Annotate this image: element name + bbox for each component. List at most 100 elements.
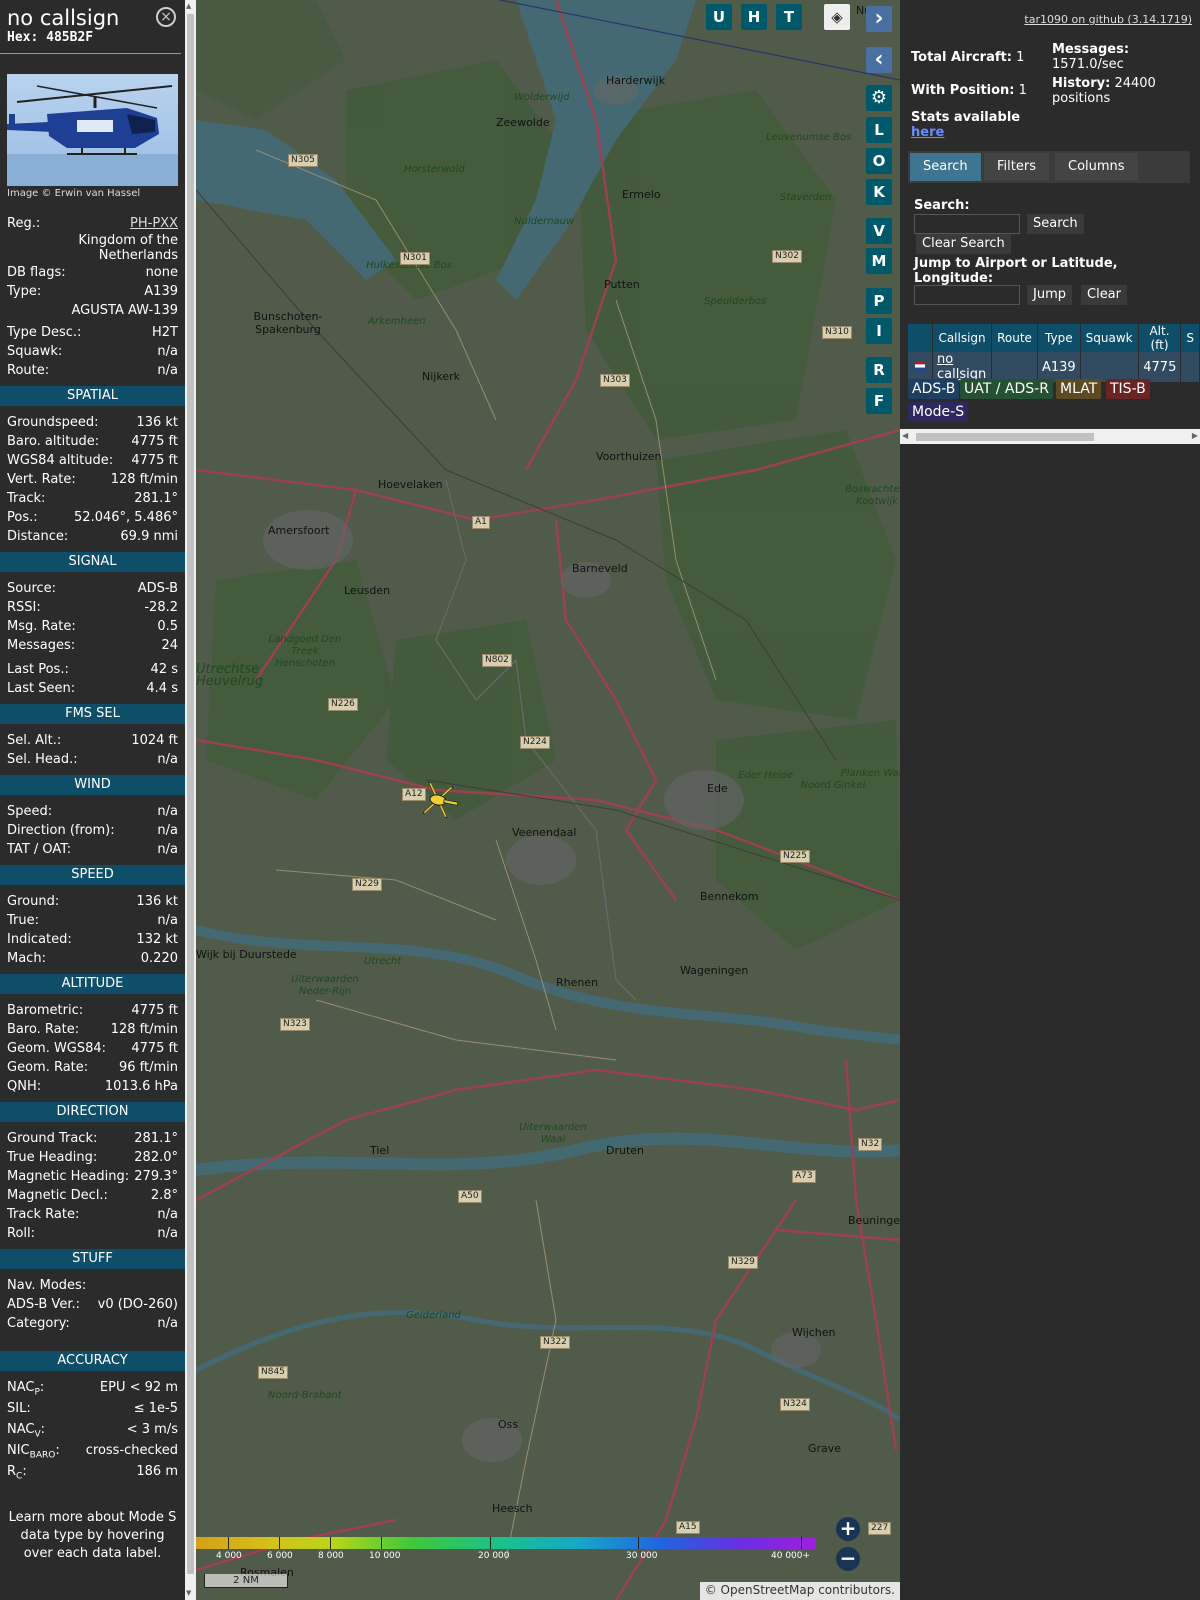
list-horizontal-scrollbar[interactable]: ◀ ▶	[900, 429, 1200, 444]
zoom-out-button[interactable]: −	[836, 1547, 860, 1571]
detail-row: NACP: EPU < 92 m	[0, 1378, 185, 1399]
detail-value: 96 ft/min	[118, 1060, 178, 1075]
typedesc-row: Type Desc.: H2T	[0, 323, 185, 342]
close-icon[interactable]: ×	[156, 7, 176, 27]
list-scrollbar-thumb[interactable]	[916, 433, 1094, 441]
detail-row: QNH: 1013.6 hPa	[0, 1077, 185, 1096]
section-altitude: ALTITUDE	[0, 974, 185, 994]
stats-link[interactable]: here	[911, 125, 944, 140]
detail-row: TAT / OAT: n/a	[0, 840, 185, 859]
column-callsign[interactable]: Callsign	[932, 324, 993, 352]
detail-value: 2.8°	[150, 1188, 178, 1203]
detail-row: Baro. altitude: 4775 ft	[0, 432, 185, 451]
legend-tick	[228, 1537, 229, 1549]
map-button-t[interactable]: T	[776, 4, 802, 30]
legend-label: 40 000+	[771, 1551, 811, 1561]
type-name-row: AGUSTA AW-139	[0, 301, 185, 320]
row-s	[1180, 352, 1200, 382]
detail-value: 132 kt	[136, 932, 178, 947]
layers-icon[interactable]: ◈	[824, 4, 850, 30]
detail-label: Direction (from):	[7, 823, 115, 838]
scroll-left-icon[interactable]: ◀	[902, 431, 908, 440]
netherlands-flag-icon	[915, 360, 925, 371]
map-button-o[interactable]: O	[866, 148, 892, 174]
map-button-m[interactable]: M	[866, 248, 892, 274]
jump-button[interactable]: Jump	[1027, 285, 1072, 305]
clear-jump-button[interactable]: Clear	[1081, 285, 1127, 305]
search-button[interactable]: Search	[1027, 214, 1084, 234]
row-callsign[interactable]: no callsign	[932, 352, 993, 382]
map-town-label: Barneveld	[572, 562, 628, 575]
map-button-h[interactable]: H	[741, 4, 767, 30]
road-shield: N302	[772, 250, 802, 263]
typedesc-value: H2T	[152, 325, 178, 340]
map-button-l[interactable]: L	[866, 117, 892, 143]
aircraft-photo[interactable]	[7, 74, 178, 186]
type-name: AGUSTA AW-139	[71, 303, 178, 318]
legend-label: 30 000	[626, 1551, 658, 1561]
table-row[interactable]: no callsign A139 4775	[908, 352, 1200, 382]
scroll-down-icon[interactable]: ▼	[186, 1589, 191, 1597]
map-nature-label: Wolderwijd	[514, 92, 570, 103]
map-town-label: Oss	[498, 1418, 519, 1431]
tab-filters[interactable]: Filters	[984, 153, 1049, 181]
detail-label: Messages:	[7, 638, 76, 653]
legend-label: 6 000	[267, 1551, 293, 1561]
details-scrollbar[interactable]: ▲ ▼	[185, 0, 196, 1600]
history-label: History:	[1052, 76, 1111, 91]
tab-search[interactable]: Search	[910, 153, 981, 181]
map-town-label: Tiel	[370, 1144, 390, 1157]
detail-value: n/a	[157, 1316, 178, 1331]
road-shield: N323	[280, 1018, 310, 1031]
details-scrollbar-thumb[interactable]	[187, 14, 194, 1574]
map-nature-label: Uiterwaarden Waal	[519, 1122, 587, 1145]
map-button-i[interactable]: I	[866, 318, 892, 344]
map-view[interactable]: Harderwijk Zeewolde Ermelo Putten Nijkerk Bun…	[196, 0, 900, 1600]
section-direction: DIRECTION	[0, 1102, 185, 1122]
detail-row: Speed: n/a	[0, 802, 185, 821]
detail-label-text: NIC	[7, 1443, 30, 1458]
zoom-in-button[interactable]: +	[836, 1517, 860, 1541]
map-button-p[interactable]: P	[866, 288, 892, 314]
scroll-up-icon[interactable]: ▲	[186, 2, 191, 10]
map-button-v[interactable]: V	[866, 218, 892, 244]
road-shield: N322	[540, 1336, 570, 1349]
column-type[interactable]: Type	[1037, 324, 1081, 352]
stats-label: Stats available	[911, 110, 1021, 125]
map-button-u[interactable]: U	[706, 4, 732, 30]
map-button-r[interactable]: R	[866, 357, 892, 383]
jump-input[interactable]	[914, 285, 1020, 305]
clear-search-button[interactable]: Clear Search	[916, 234, 1011, 254]
detail-value: ≤ 1e-5	[133, 1401, 178, 1416]
osm-link[interactable]: OpenStreetMap	[721, 1583, 815, 1597]
scroll-right-icon[interactable]: ▶	[1192, 431, 1198, 440]
reg-link[interactable]: PH-PXX	[130, 214, 178, 233]
column-altitude[interactable]: Alt. (ft)	[1138, 324, 1182, 352]
map-button-f[interactable]: F	[866, 388, 892, 414]
legend-tick	[638, 1537, 639, 1549]
search-input[interactable]	[914, 214, 1020, 234]
map-button-k[interactable]: K	[866, 179, 892, 205]
altitude-color-legend: 4 000 6 000 8 000 10 000 20 000 30 000 40 000+	[196, 1537, 816, 1567]
tab-columns[interactable]: Columns	[1055, 153, 1138, 181]
section-speed: SPEED	[0, 865, 185, 885]
detail-label-text: R	[7, 1464, 17, 1479]
road-shield: N305	[288, 154, 318, 167]
detail-label: Magnetic Decl.:	[7, 1188, 108, 1203]
expand-panel-icon[interactable]: ›	[866, 6, 892, 32]
detail-value: n/a	[157, 842, 178, 857]
version-link[interactable]: tar1090 on github (3.14.1719)	[1024, 13, 1192, 26]
type-row: Type: A139	[0, 282, 185, 301]
detail-label-text: SIL:	[7, 1401, 31, 1416]
type-label: Type:	[7, 284, 42, 299]
settings-gear-icon[interactable]: ⚙	[866, 85, 892, 111]
detail-label: RSSI:	[7, 600, 41, 615]
collapse-panel-icon[interactable]: ‹	[866, 47, 892, 73]
map-town-label: Druten	[606, 1144, 645, 1157]
column-squawk[interactable]: Squawk	[1080, 324, 1139, 352]
map-attribution: © OpenStreetMap contributors.	[699, 1582, 900, 1600]
column-s[interactable]: S	[1180, 324, 1200, 352]
aircraft-table: Callsign Route Type Squawk Alt. (ft) S n…	[908, 324, 1200, 382]
detail-value: -28.2	[144, 600, 178, 615]
column-route[interactable]: Route	[991, 324, 1038, 352]
